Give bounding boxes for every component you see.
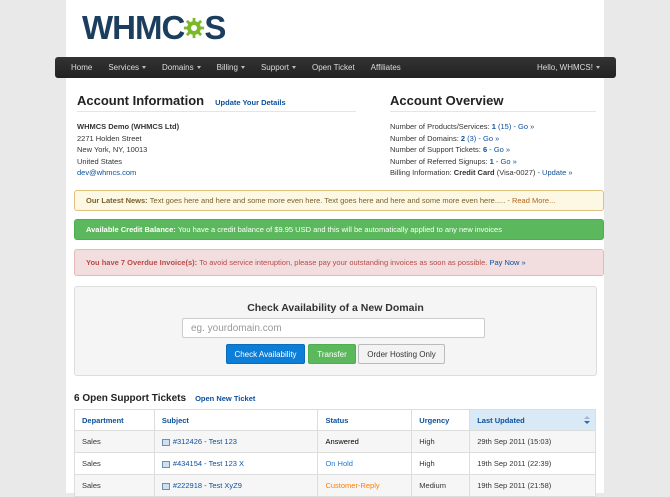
overview-tickets: Number of Support Tickets: 6 - Go » [390,145,511,155]
domain-check-title: Check Availability of a New Domain [247,302,424,314]
table-row[interactable]: Sales #434154 - Test 123 X On Hold High … [74,452,596,475]
table-header-row: Department Subject Status Urgency Last U… [74,409,596,431]
nav-open-ticket[interactable]: Open Ticket [304,57,363,78]
account-email-link[interactable]: dev@whmcs.com [77,168,136,177]
col-subject[interactable]: Subject [153,409,319,431]
logo-text-end: S [204,9,226,46]
address-street: 2271 Holden Street [77,133,142,143]
billing-update-link[interactable]: - Update » [537,168,572,177]
domain-search-input[interactable] [182,318,485,338]
update-details-link[interactable]: Update Your Details [215,98,286,107]
account-name: WHMCS Demo (WHMCS Ltd) [77,122,180,131]
account-overview: Account Overview Number of Products/Serv… [390,93,596,179]
check-availability-button[interactable]: Check Availability [226,344,305,364]
ticket-icon [161,482,170,490]
overview-domains: Number of Domains: 2 (3) - Go » [390,133,500,143]
main-navbar: Home Services Domains Billing Support Op… [55,57,616,78]
cell-urgency: High [411,430,471,453]
cell-subject: #222918 - Test XyZ9 [153,474,319,497]
caret-down-icon [240,66,245,70]
tickets-header: 6 Open Support Tickets Open New Ticket [74,393,255,404]
caret-down-icon [596,66,600,70]
nav-billing[interactable]: Billing [209,57,253,78]
address-city: New York, NY, 10013 [77,145,148,155]
cell-department: Sales [74,430,155,453]
table-row[interactable]: Sales #222918 - Test XyZ9 Customer-Reply… [74,474,596,497]
cell-status: On Hold [317,452,413,475]
ticket-subject-link[interactable]: #222918 - Test XyZ9 [173,481,242,490]
cell-status: Customer-Reply [317,474,413,497]
transfer-button[interactable]: Transfer [308,344,356,364]
products-total-link[interactable]: (15) [498,122,511,131]
cell-urgency: High [411,452,471,475]
cell-status: Answered [317,430,413,453]
referred-go-link[interactable]: - Go » [496,157,517,166]
account-information: Account Information Update Your Details … [77,93,356,179]
tickets-title: 6 Open Support Tickets [74,393,187,404]
cell-subject: #312426 - Test 123 [153,430,319,453]
ticket-subject-link[interactable]: #312426 - Test 123 [173,437,237,446]
news-alert: Our Latest News: Text goes here and here… [74,190,604,211]
nav-support[interactable]: Support [253,57,304,78]
overdue-invoices-alert: You have 7 Overdue Invoice(s): To avoid … [74,249,604,276]
domain-check-panel: Check Availability of a New Domain Check… [74,286,597,376]
cell-subject: #434154 - Test 123 X [153,452,319,475]
tickets-go-link[interactable]: - Go » [489,145,510,154]
ticket-icon [161,438,170,446]
ticket-subject-link[interactable]: #434154 - Test 123 X [173,459,244,468]
account-information-title: Account Information [77,93,205,108]
sort-desc-icon [584,416,590,424]
col-status[interactable]: Status [317,409,413,431]
col-department[interactable]: Department [74,409,155,431]
domains-go-link[interactable]: - Go » [478,134,499,143]
credit-balance-alert: Available Credit Balance: You have a cre… [74,219,604,240]
account-overview-title: Account Overview [390,93,504,108]
col-last-updated[interactable]: Last Updated [469,409,596,431]
nav-domains[interactable]: Domains [154,57,209,78]
pay-now-link[interactable]: Pay Now » [489,258,525,267]
ticket-icon [161,460,170,468]
tickets-table: Department Subject Status Urgency Last U… [74,409,596,497]
col-urgency[interactable]: Urgency [411,409,471,431]
logo-text: WHMC [82,9,185,46]
order-hosting-only-button[interactable]: Order Hosting Only [358,344,445,364]
nav-services[interactable]: Services [100,57,154,78]
nav-affiliates[interactable]: Affiliates [363,57,409,78]
cell-department: Sales [74,474,155,497]
caret-down-icon [196,66,201,70]
open-new-ticket-link[interactable]: Open New Ticket [195,394,255,403]
products-go-link[interactable]: - Go » [513,122,534,131]
cell-updated: 19th Sep 2011 (21:58) [469,474,596,497]
address-country: United States [77,156,123,166]
read-more-link[interactable]: - Read More... [507,196,555,205]
domains-total-link[interactable]: (3) [467,134,476,143]
gear-logo-icon [184,17,205,39]
cell-updated: 19th Sep 2011 (22:39) [469,452,596,475]
overview-products: Number of Products/Services: 1 (15) - Go… [390,122,535,131]
overview-billing: Billing Information: Credit Card (Visa-0… [390,168,573,178]
caret-down-icon [291,66,296,70]
nav-home[interactable]: Home [55,57,100,78]
cell-urgency: Medium [411,474,471,497]
table-row[interactable]: Sales #312426 - Test 123 Answered High 2… [74,430,596,453]
cell-department: Sales [74,452,155,475]
overview-referred: Number of Referred Signups: 1 - Go » [390,156,517,166]
nav-user-menu[interactable]: Hello, WHMCS! [529,57,616,78]
cell-updated: 29th Sep 2011 (15:03) [469,430,596,453]
caret-down-icon [142,66,147,70]
whmcs-logo[interactable]: WHMC S [82,9,226,46]
